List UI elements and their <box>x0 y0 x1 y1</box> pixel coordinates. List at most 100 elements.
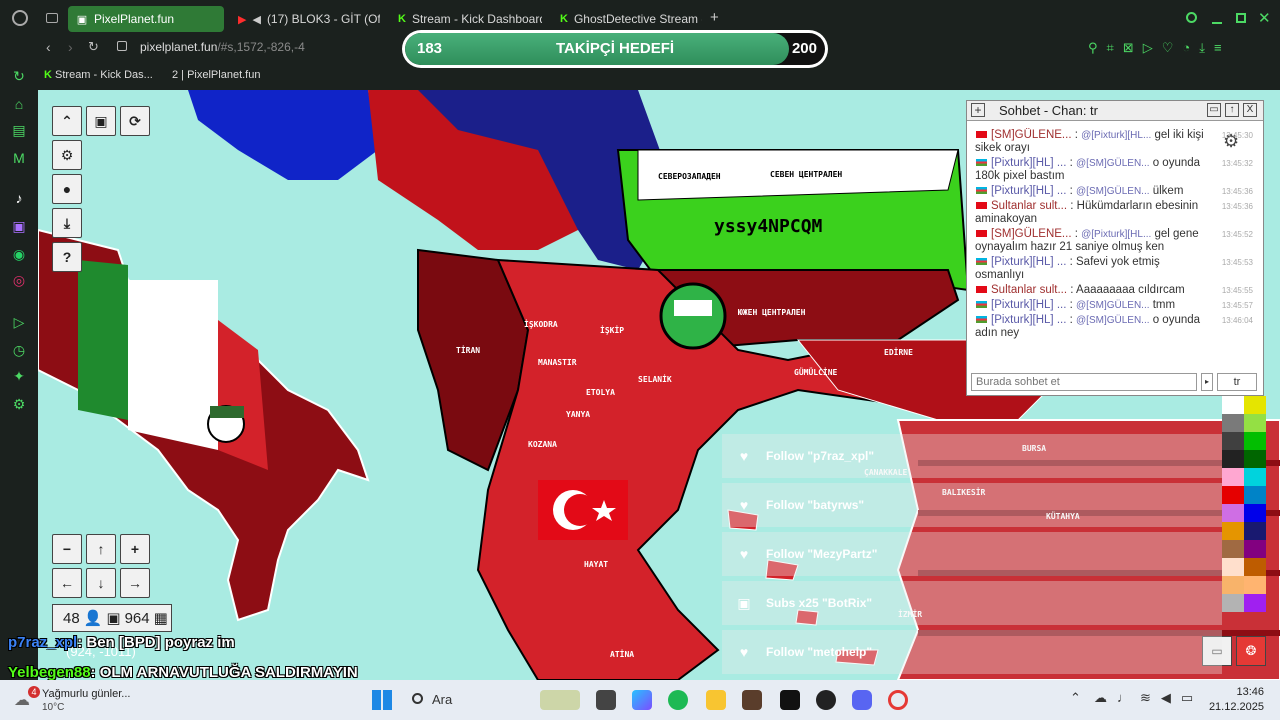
chat-username[interactable]: [Pixturk][HL] ... <box>991 185 1066 197</box>
chat-title: Sohbet - Chan: tr <box>999 103 1098 118</box>
crop-icon[interactable]: ⌗ <box>1107 40 1123 55</box>
chat-message: [SM]GÜLENE... : @[Pixturk][HL... gel gen… <box>975 228 1253 253</box>
chat-username[interactable]: [Pixturk][HL] ... <box>991 157 1066 169</box>
player-icon[interactable]: ▷ <box>11 314 27 330</box>
file-explorer-icon[interactable] <box>706 690 726 710</box>
chat-popout-icon[interactable]: ▭ <box>1207 103 1221 117</box>
close-icon[interactable]: ✕ <box>1258 9 1271 27</box>
move-down-button[interactable]: ↓ <box>86 568 116 598</box>
kick-icon: K <box>398 13 406 25</box>
az-flag-icon <box>975 257 988 266</box>
chat-username[interactable]: [Pixturk][HL] ... <box>991 256 1066 268</box>
map-label: СЕВЕН ЦЕНТРАЛЕН <box>770 170 843 179</box>
wifi-icon[interactable]: ≋ <box>1140 690 1161 705</box>
settings-icon[interactable]: ⚙ <box>11 396 27 412</box>
play-icon[interactable]: ▷ <box>1143 40 1162 55</box>
tr-flag-icon <box>975 229 988 238</box>
back-icon[interactable]: ‹ <box>46 39 51 55</box>
chat-username[interactable]: [SM]GÜLENE... <box>991 129 1072 141</box>
clock-date[interactable]: 21.12.2025 <box>1200 701 1264 713</box>
color-palette[interactable] <box>1222 396 1266 630</box>
speaker-icon[interactable]: ◀ <box>252 13 260 26</box>
help-button[interactable]: ? <box>52 242 82 272</box>
palette-button[interactable]: ❂ <box>1236 636 1266 666</box>
add-channel-icon[interactable]: + <box>971 103 985 117</box>
zoom-out-button[interactable]: − <box>52 534 82 564</box>
tab-youtube[interactable]: ▶ ◀ (17) BLOK3 - GİT (Offi <box>230 6 380 32</box>
menu-icon[interactable]: ≡ <box>1214 40 1231 55</box>
opera-logo-icon[interactable] <box>12 10 28 26</box>
move-right-button[interactable]: → <box>120 568 150 598</box>
move-up-button[interactable]: ↑ <box>86 534 116 564</box>
reload-icon[interactable]: ↻ <box>88 39 99 55</box>
search-icon[interactable] <box>1186 12 1197 23</box>
extensions-icon[interactable]: ✦ <box>11 368 27 384</box>
tab-ghostdetective[interactable]: K GhostDetective Stream - <box>552 6 702 32</box>
chat-close-icon[interactable]: X <box>1243 103 1257 117</box>
forward-icon[interactable]: › <box>68 39 73 55</box>
chat-input[interactable] <box>971 373 1197 391</box>
address-bar[interactable]: pixelplanet.fun/#s,1572,-826,-4 <box>140 40 305 54</box>
tab-list-icon[interactable] <box>46 13 58 23</box>
tab-kick-dashboard[interactable]: K Stream - Kick Dashboard <box>390 6 542 32</box>
capcut-icon[interactable] <box>780 690 800 710</box>
volume-icon[interactable]: ◀ <box>1161 690 1181 705</box>
whatsapp-icon[interactable]: ◉ <box>11 246 27 262</box>
move-left-button[interactable]: ← <box>52 568 82 598</box>
mic-icon[interactable]: ♩ <box>1117 690 1140 705</box>
tray-chevron-icon[interactable]: ⌃ <box>1070 690 1081 706</box>
chat-username[interactable]: Sultanlar sult... <box>991 200 1067 212</box>
chat-channel-select[interactable]: tr <box>1217 373 1257 391</box>
download-button[interactable]: ⤓ <box>52 208 82 238</box>
messenger-icon[interactable]: M <box>11 150 27 166</box>
toggle-menu-button[interactable]: ⌃ <box>52 106 82 136</box>
shield-icon[interactable]: ⊠ <box>1123 40 1143 55</box>
palette-toggle-button[interactable]: ▣ <box>86 106 116 136</box>
twitch-icon[interactable]: ▣ <box>11 218 27 234</box>
chat-username[interactable]: [Pixturk][HL] ... <box>991 299 1066 311</box>
chat-username[interactable]: [Pixturk][HL] ... <box>991 314 1066 326</box>
bookmark-pixelplanet[interactable]: 2 | PixelPlanet.fun <box>172 69 260 81</box>
cloud-icon[interactable]: ☁ <box>1094 690 1117 705</box>
pin-icon[interactable]: ⚲ <box>1088 40 1107 55</box>
bookmark-label: Stream - Kick Das... <box>55 69 153 81</box>
tiktok-icon[interactable]: ♪ <box>11 190 27 206</box>
chat-up-icon[interactable]: ↑ <box>1225 103 1239 117</box>
layers-icon[interactable]: ▤ <box>11 122 27 138</box>
canvas-select-button[interactable]: ⟳ <box>120 106 150 136</box>
download-icon[interactable]: ⤓ <box>1199 40 1214 55</box>
taskbar-search[interactable]: Ara <box>404 686 528 714</box>
chat-mention: @[Pixturk][HL... <box>1081 229 1152 240</box>
spotify-icon[interactable] <box>668 690 688 710</box>
chat-send-button[interactable]: ▸ <box>1201 373 1213 391</box>
maximize-icon[interactable] <box>1236 13 1246 23</box>
bag-icon[interactable]: ⌂ <box>11 96 27 112</box>
history-icon[interactable]: ◷ <box>11 342 27 358</box>
user-button[interactable]: ● <box>52 174 82 204</box>
new-tab-button[interactable]: + <box>710 9 719 26</box>
copilot-icon[interactable] <box>632 690 652 710</box>
discord-icon[interactable] <box>852 690 872 710</box>
url-host: pixelplanet.fun <box>140 40 218 54</box>
chat-window[interactable]: + Sohbet - Chan: tr ▭ ↑ X ⚙ [SM]GÜLENE..… <box>966 100 1264 396</box>
speed-dial-icon[interactable]: ↻ <box>11 68 27 84</box>
minecraft-icon[interactable] <box>742 690 762 710</box>
instagram-icon[interactable]: ◎ <box>11 272 27 288</box>
bookmark-kick[interactable]: K Stream - Kick Das... <box>44 69 153 81</box>
tab-pixelplanet[interactable]: ▣ PixelPlanet.fun <box>68 6 224 32</box>
settings-button[interactable]: ⚙ <box>52 140 82 170</box>
task-view-icon[interactable] <box>596 690 616 710</box>
chat-username[interactable]: [SM]GÜLENE... <box>991 228 1072 240</box>
taskbar-app-icon[interactable] <box>540 690 580 710</box>
map-label: ЮЖЕН ЦЕНТРАЛЕН <box>738 308 806 317</box>
obs-icon[interactable] <box>816 690 836 710</box>
windows-start-icon[interactable] <box>372 690 392 710</box>
heart-icon[interactable]: ♡ <box>1162 40 1183 55</box>
opera-icon[interactable] <box>888 690 908 710</box>
minimize-icon[interactable] <box>1212 22 1222 24</box>
chat-username[interactable]: Sultanlar sult... <box>991 284 1067 296</box>
weather-widget[interactable]: 4 ☁ Yağmurlu günler... 10°C <box>14 686 154 714</box>
clock-time[interactable]: 13:46 <box>1216 686 1264 698</box>
zoom-in-button[interactable]: + <box>120 534 150 564</box>
account-icon[interactable]: ◔ <box>1182 40 1199 55</box>
